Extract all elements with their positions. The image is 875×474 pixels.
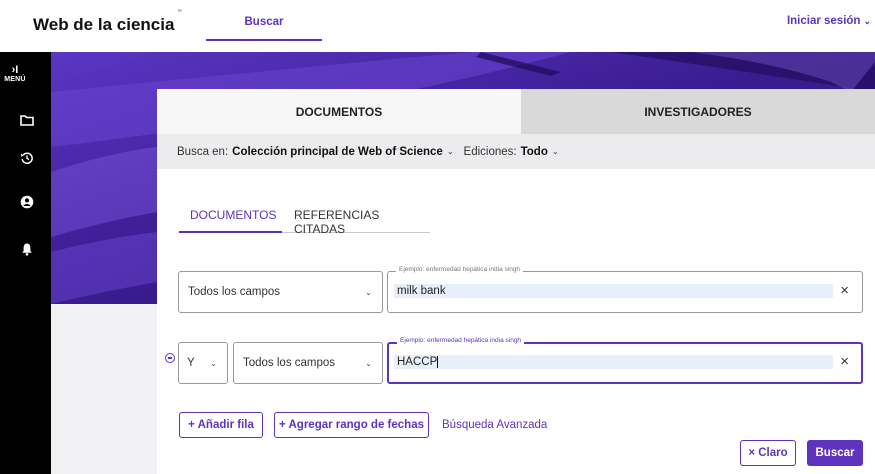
side-rail: ›I MENÚ: [0, 52, 51, 474]
search-card: DOCUMENTOS INVESTIGADORES Busca en: Cole…: [157, 89, 875, 474]
subtab-documents[interactable]: DOCUMENTOS: [190, 208, 276, 222]
tab-researchers[interactable]: INVESTIGADORES: [521, 89, 875, 134]
page-background: [51, 304, 157, 474]
subtabs: DOCUMENTOS REFERENCIAS CITADAS: [179, 205, 430, 236]
search-input-value[interactable]: HACCP: [394, 355, 833, 369]
tab-documents[interactable]: DOCUMENTOS: [157, 89, 521, 134]
tab-search-underline: [206, 39, 322, 41]
add-row-button[interactable]: + Añadir fila: [179, 412, 263, 438]
search-input-placeholder: Ejemplo: enfermedad hepática india singh: [397, 337, 525, 344]
chevron-down-icon[interactable]: ⌄: [552, 147, 559, 156]
field-select-row2[interactable]: Todos los campos ⌄: [233, 342, 383, 384]
search-input-value[interactable]: milk bank: [394, 284, 833, 298]
search-scope-bar: Busca en: Colección principal de Web of …: [157, 134, 875, 169]
menu-label: MENÚ: [4, 76, 26, 83]
expand-menu-icon: ›I: [11, 64, 19, 76]
clear-button[interactable]: × Claro: [740, 440, 796, 466]
clear-input-icon[interactable]: ×: [840, 283, 849, 298]
field-select-value: Todos los campos: [188, 286, 281, 298]
field-select-value: Todos los campos: [243, 357, 336, 369]
advanced-search-link[interactable]: Búsqueda Avanzada: [442, 419, 547, 431]
remove-row-icon[interactable]: [165, 353, 175, 363]
field-select-row1[interactable]: Todos los campos ⌄: [178, 271, 383, 313]
menu-toggle[interactable]: ›I MENÚ: [4, 64, 26, 83]
chevron-down-icon: ⌄: [863, 15, 871, 26]
subtab-underline: [179, 231, 282, 233]
clear-input-icon[interactable]: ×: [840, 354, 849, 369]
brand-logo[interactable]: Web de la ciencia: [33, 15, 174, 35]
collection-dropdown[interactable]: Colección principal de Web of Science: [232, 146, 443, 158]
trademark-mark: ™: [177, 9, 182, 15]
signin-button[interactable]: Iniciar sesión ⌄: [787, 15, 871, 27]
search-type-tabs: DOCUMENTOS INVESTIGADORES: [157, 89, 875, 134]
account-icon[interactable]: [20, 195, 34, 209]
editions-dropdown[interactable]: Todo: [521, 146, 548, 158]
tab-search-label: Buscar: [244, 16, 284, 28]
tab-search[interactable]: Buscar: [206, 0, 322, 42]
editions-prefix: Ediciones:: [463, 145, 517, 158]
search-input-row1[interactable]: Ejemplo: enfermedad hepática india singh…: [387, 266, 863, 313]
operator-value: Y: [187, 357, 195, 369]
search-input-text: HACCP: [397, 356, 439, 368]
chevron-down-icon: ⌄: [365, 359, 372, 368]
chevron-down-icon: ⌄: [365, 288, 372, 297]
history-icon[interactable]: [20, 151, 34, 165]
scope-prefix: Busca en:: [177, 145, 229, 158]
search-input-placeholder: Ejemplo: enfermedad hepática india singh: [396, 266, 524, 273]
boolean-operator-select[interactable]: Y ⌄: [178, 342, 228, 384]
search-input-row2[interactable]: Ejemplo: enfermedad hepática india singh…: [387, 337, 863, 384]
signin-label: Iniciar sesión: [786, 15, 861, 27]
search-button[interactable]: Buscar: [807, 440, 863, 466]
chevron-down-icon[interactable]: ⌄: [447, 147, 454, 156]
top-bar: Web de la ciencia ™ Buscar Iniciar sesió…: [0, 0, 875, 52]
bell-icon[interactable]: [20, 242, 34, 256]
folder-icon[interactable]: [20, 113, 34, 127]
chevron-down-icon: ⌄: [210, 359, 217, 368]
subtab-cited-references[interactable]: REFERENCIAS CITADAS: [294, 208, 430, 236]
add-date-range-button[interactable]: + Agregar rango de fechas: [274, 412, 429, 438]
